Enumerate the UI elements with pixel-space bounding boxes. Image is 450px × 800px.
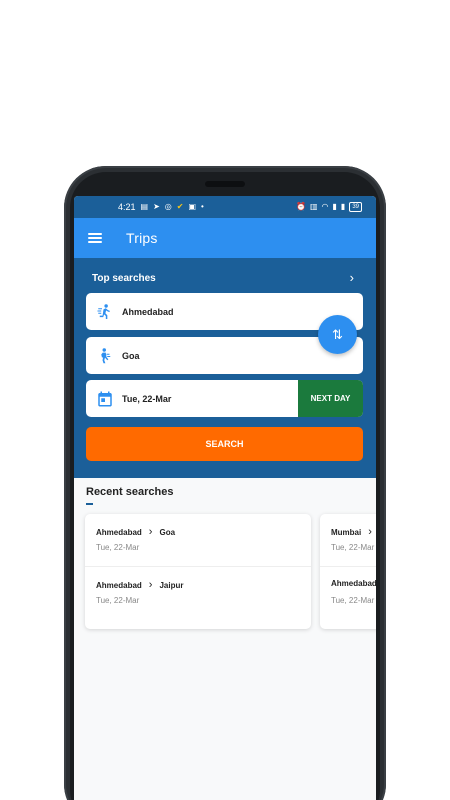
chevron-right-icon: › bbox=[368, 526, 372, 538]
to-city-value: Goa bbox=[122, 350, 140, 361]
swap-cities-button[interactable]: ⇅ bbox=[318, 315, 357, 354]
recent-card: Ahmedabad › Goa Tue, 22-Mar Ahmedabad › … bbox=[85, 514, 311, 629]
phone-speaker bbox=[205, 181, 245, 187]
calendar-icon bbox=[96, 390, 114, 408]
recent-searches-title: Recent searches bbox=[86, 486, 174, 498]
route-from: Mumbai bbox=[331, 527, 362, 537]
app-icon: ▣ bbox=[188, 202, 197, 211]
telegram-icon: ➤ bbox=[153, 202, 160, 211]
date-value: Tue, 22-Mar bbox=[122, 393, 172, 404]
chevron-right-icon: › bbox=[148, 579, 153, 591]
alarm-clock-icon: ⏰ bbox=[295, 202, 306, 211]
signal-2-icon: ▮ bbox=[340, 202, 346, 211]
from-city-value: Ahmedabad bbox=[122, 306, 174, 317]
route-date: Tue, 22-Mar bbox=[96, 543, 140, 552]
recent-card: Mumbai › Tue, 22-Mar Ahmedabad Tue, 22-M… bbox=[320, 514, 376, 629]
route: Ahmedabad › Jaipur bbox=[96, 579, 183, 591]
route-from: Ahmedabad bbox=[96, 527, 142, 537]
hamburger-icon[interactable] bbox=[88, 233, 102, 243]
search-button[interactable]: SEARCH bbox=[86, 427, 363, 461]
recent-search-item[interactable]: Ahmedabad Tue, 22-Mar bbox=[320, 566, 376, 618]
route-to: Jaipur bbox=[159, 580, 184, 590]
route-from: Ahmedabad bbox=[331, 579, 376, 588]
status-time: 4:21 bbox=[118, 202, 136, 212]
app-screen: 4:21 ▤ ➤ ◎ ✔ ▣ • ⏰ ▥ ◠ ▮ ▮ 39 Trips Top … bbox=[74, 196, 376, 800]
route-date: Tue, 22-Mar bbox=[331, 543, 375, 552]
check-icon: ✔ bbox=[176, 202, 184, 211]
swap-vertical-icon: ⇅ bbox=[332, 326, 343, 342]
signal-icon: ▮ bbox=[332, 202, 337, 211]
wifi-icon: ◠ bbox=[321, 202, 329, 211]
route: Ahmedabad bbox=[331, 579, 376, 588]
notification-icon: ▤ bbox=[140, 202, 149, 211]
battery-icon: 39 bbox=[349, 202, 362, 212]
page-title: Trips bbox=[126, 230, 158, 246]
recent-title-underline bbox=[86, 503, 93, 505]
route: Ahmedabad › Goa bbox=[96, 526, 175, 538]
next-day-button[interactable]: NEXT DAY bbox=[298, 380, 363, 417]
dot-icon: • bbox=[201, 202, 204, 211]
chevron-right-icon[interactable]: › bbox=[350, 270, 354, 285]
route: Mumbai › bbox=[331, 526, 376, 538]
route-to: Goa bbox=[159, 527, 176, 537]
vibrate-icon: ▥ bbox=[309, 202, 318, 211]
alarm-icon: ◎ bbox=[164, 202, 172, 211]
route-from: Ahmedabad bbox=[96, 580, 142, 590]
status-bar: 4:21 ▤ ➤ ◎ ✔ ▣ • ⏰ ▥ ◠ ▮ ▮ 39 bbox=[74, 196, 376, 218]
route-date: Tue, 22-Mar bbox=[331, 596, 375, 605]
date-field[interactable]: Tue, 22-Mar NEXT DAY bbox=[86, 380, 363, 417]
route-date: Tue, 22-Mar bbox=[96, 596, 140, 605]
chevron-right-icon: › bbox=[148, 526, 153, 538]
top-searches-label[interactable]: Top searches bbox=[92, 273, 156, 284]
walking-person-icon bbox=[96, 303, 114, 321]
app-bar: Trips bbox=[74, 218, 376, 258]
recent-search-item[interactable]: Mumbai › Tue, 22-Mar bbox=[320, 514, 376, 566]
recent-search-item[interactable]: Ahmedabad › Jaipur Tue, 22-Mar bbox=[85, 566, 311, 618]
arriving-person-icon bbox=[96, 347, 114, 365]
recent-search-item[interactable]: Ahmedabad › Goa Tue, 22-Mar bbox=[85, 514, 311, 566]
